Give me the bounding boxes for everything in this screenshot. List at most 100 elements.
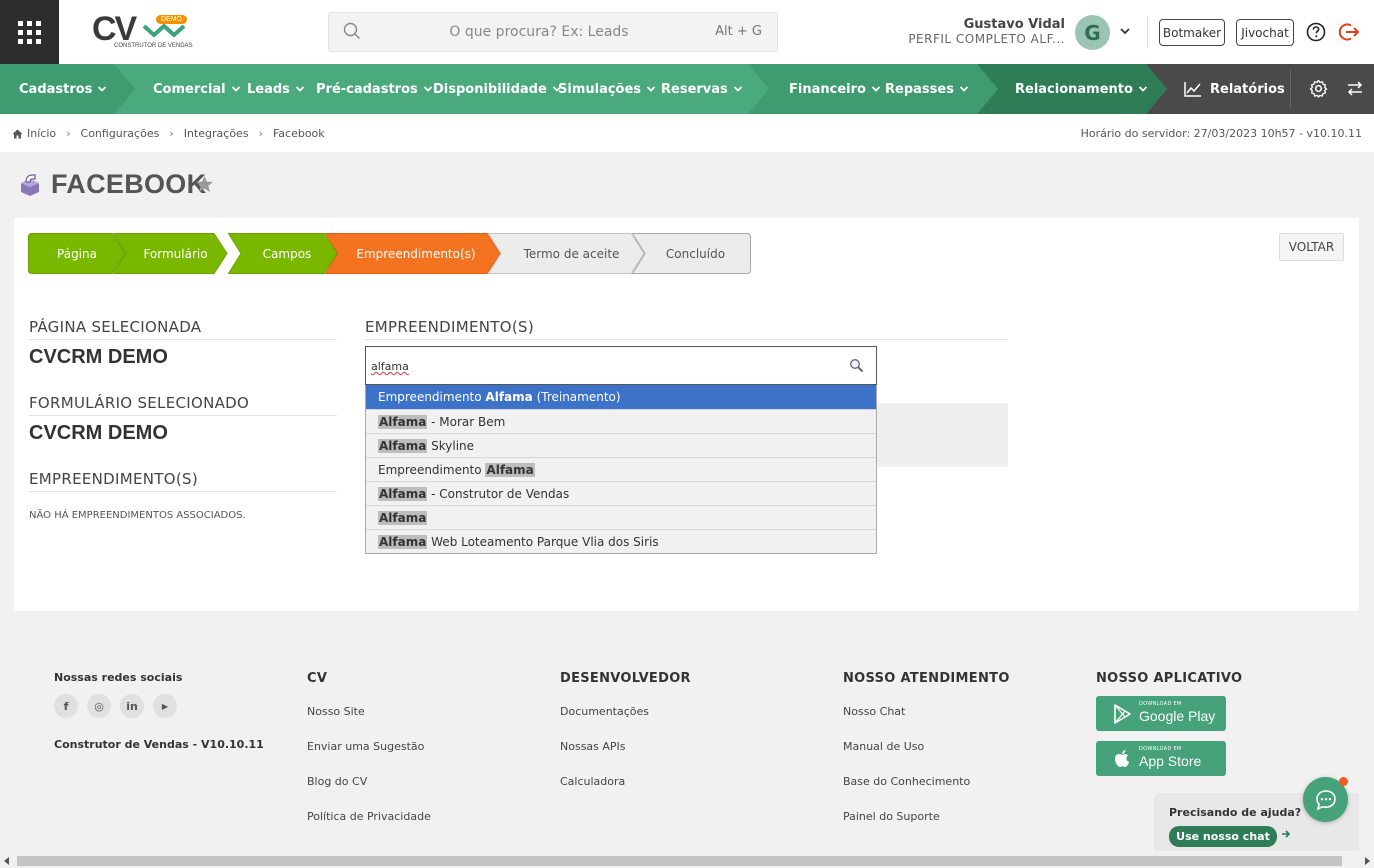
google-play-button[interactable]: DOWNLOAD EM Google Play <box>1096 696 1226 731</box>
step-label: Concluído <box>665 246 726 261</box>
user-name[interactable]: Gustavo Vidal <box>964 17 1065 32</box>
nav-item-disponibilidade[interactable]: Disponibilidade <box>433 64 562 114</box>
help-icon[interactable] <box>1306 22 1326 42</box>
nav-item-reservas[interactable]: Reservas <box>661 64 743 114</box>
option-match-highlight: Alfama <box>485 462 535 477</box>
jivochat-button[interactable]: Jivochat <box>1236 19 1294 46</box>
nav-label: Disponibilidade <box>433 81 547 97</box>
linkedin-icon[interactable]: in <box>120 694 144 718</box>
nav-item-relacionamento[interactable]: Relacionamento <box>1015 64 1148 114</box>
developments-selector-heading: EMPREENDIMENTO(S) <box>365 318 534 336</box>
chevron-down-icon[interactable] <box>1119 26 1131 36</box>
instagram-icon[interactable]: ◎ <box>87 694 111 718</box>
breadcrumb: Início › Configurações › Integrações › F… <box>12 127 325 140</box>
search-query[interactable]: alfama <box>371 360 409 373</box>
botmaker-button[interactable]: Botmaker <box>1159 19 1225 46</box>
breadcrumb-item: Facebook <box>272 127 325 140</box>
scroll-left-icon[interactable] <box>4 857 10 865</box>
breadcrumb-item[interactable]: Integrações <box>184 127 249 140</box>
footer-link[interactable]: Manual de Uso <box>843 740 924 753</box>
selected-developments-area <box>876 403 1008 467</box>
star-icon[interactable] <box>195 175 214 193</box>
nav-item-cadastros[interactable]: Cadastros <box>19 64 107 114</box>
chevron-right-icon: › <box>66 127 71 140</box>
footer-link[interactable]: Blog do CV <box>307 775 367 788</box>
associated-developments-heading: EMPREENDIMENTO(S) <box>29 470 198 488</box>
step-concluido[interactable]: Concluído <box>632 233 751 274</box>
scroll-right-icon[interactable] <box>1364 857 1370 865</box>
step-campos[interactable]: Campos <box>228 233 338 274</box>
development-option[interactable]: Empreendimento Alfama <box>366 457 876 481</box>
avatar[interactable]: G <box>1075 15 1110 50</box>
development-option[interactable]: Alfama - Construtor de Vendas <box>366 481 876 505</box>
nav-label: Simulações <box>558 81 642 97</box>
option-match-highlight: Alfama <box>378 486 428 501</box>
option-text: Skyline <box>427 438 475 453</box>
scrollbar-thumb[interactable] <box>17 856 1342 866</box>
development-option[interactable]: Alfama Web Loteamento Parque Vlia dos Si… <box>366 529 876 553</box>
footer-link[interactable]: Enviar uma Sugestão <box>307 740 424 753</box>
footer-app-heading: NOSSO APLICATIVO <box>1096 671 1243 686</box>
footer-link[interactable]: Documentações <box>560 705 649 718</box>
nav-item-repasses[interactable]: Repasses <box>885 64 969 114</box>
footer-link[interactable]: Calculadora <box>560 775 625 788</box>
user-profile[interactable]: PERFIL COMPLETO ALF... <box>908 32 1065 46</box>
footer-link[interactable]: Base do Conhecimento <box>843 775 970 788</box>
development-option[interactable]: Empreendimento Alfama (Treinamento) <box>366 385 876 409</box>
footer-link[interactable]: Política de Privacidade <box>307 810 431 823</box>
nav-item-comercial[interactable]: Comercial <box>153 64 241 114</box>
breadcrumb-item[interactable]: Início <box>27 127 56 140</box>
nav-label: Relatórios <box>1210 81 1285 97</box>
no-developments-message: NÃO HÁ EMPREENDIMENTOS ASSOCIADOS. <box>29 510 246 521</box>
search-input[interactable] <box>389 13 689 51</box>
youtube-icon[interactable]: ▶ <box>153 694 177 718</box>
divider <box>1290 70 1291 108</box>
global-search: Alt + G <box>328 12 778 52</box>
swap-icon[interactable] <box>1346 80 1364 97</box>
logout-icon[interactable] <box>1338 21 1360 43</box>
app-store-button[interactable]: DOWNLOAD EM App Store <box>1096 741 1226 776</box>
step-label: Formulário <box>143 246 208 261</box>
apple-icon <box>1115 750 1129 767</box>
horizontal-scrollbar[interactable] <box>0 854 1374 868</box>
nav-item-leads[interactable]: Leads <box>247 64 305 114</box>
app-version: Construtor de Vendas - V10.10.11 <box>54 738 264 751</box>
step-pagina[interactable]: Página <box>28 233 126 274</box>
store-name: Google Play <box>1139 708 1216 724</box>
chevron-right-icon: › <box>169 127 174 140</box>
logo-wave-icon <box>142 24 186 37</box>
nav-item-financeiro[interactable]: Financeiro <box>789 64 881 114</box>
option-text: Empreendimento <box>378 390 486 404</box>
nav-item-relatorios[interactable]: Relatórios <box>1184 64 1285 114</box>
gear-icon[interactable] <box>1309 79 1328 98</box>
use-chat-button[interactable]: Use nosso chat <box>1169 826 1277 847</box>
option-text: Empreendimento <box>378 462 486 477</box>
development-option[interactable]: Alfama Skyline <box>366 433 876 457</box>
nav-item-simulacoes[interactable]: Simulações <box>558 64 656 114</box>
facebook-icon[interactable]: f <box>54 694 78 718</box>
footer-link[interactable]: Painel do Suporte <box>843 810 940 823</box>
footer-link[interactable]: Nossas APIs <box>560 740 626 753</box>
apps-menu-button[interactable] <box>0 0 59 64</box>
chevron-down-icon <box>733 86 742 92</box>
step-termo-de-aceite[interactable]: Termo de aceite <box>488 233 645 274</box>
footer-link[interactable]: Nosso Site <box>307 705 365 718</box>
divider <box>365 339 1008 340</box>
step-formulario[interactable]: Formulário <box>113 233 228 274</box>
option-match-highlight: Alfama <box>485 390 533 404</box>
home-icon <box>12 129 23 138</box>
step-empreendimentos[interactable]: Empreendimento(s) <box>325 233 501 274</box>
breadcrumb-item[interactable]: Configurações <box>81 127 160 140</box>
nav-item-pre-cadastros[interactable]: Pré-cadastros <box>316 64 433 114</box>
development-option[interactable]: Alfama <box>366 505 876 529</box>
development-option[interactable]: Alfama - Morar Bem <box>366 409 876 433</box>
option-text: Web Loteamento Parque Vlia dos Siris <box>427 534 659 549</box>
nav-label: Pré-cadastros <box>316 81 418 97</box>
logo[interactable]: CV DEMO CONSTRUTOR DE VENDAS <box>92 10 193 54</box>
back-button[interactable]: VOLTAR <box>1279 233 1344 261</box>
chart-line-icon <box>1184 82 1201 97</box>
development-search-input[interactable]: alfama <box>365 346 877 385</box>
chat-bubble-icon <box>1315 789 1336 810</box>
footer-link[interactable]: Nosso Chat <box>843 705 905 718</box>
divider <box>29 415 337 416</box>
